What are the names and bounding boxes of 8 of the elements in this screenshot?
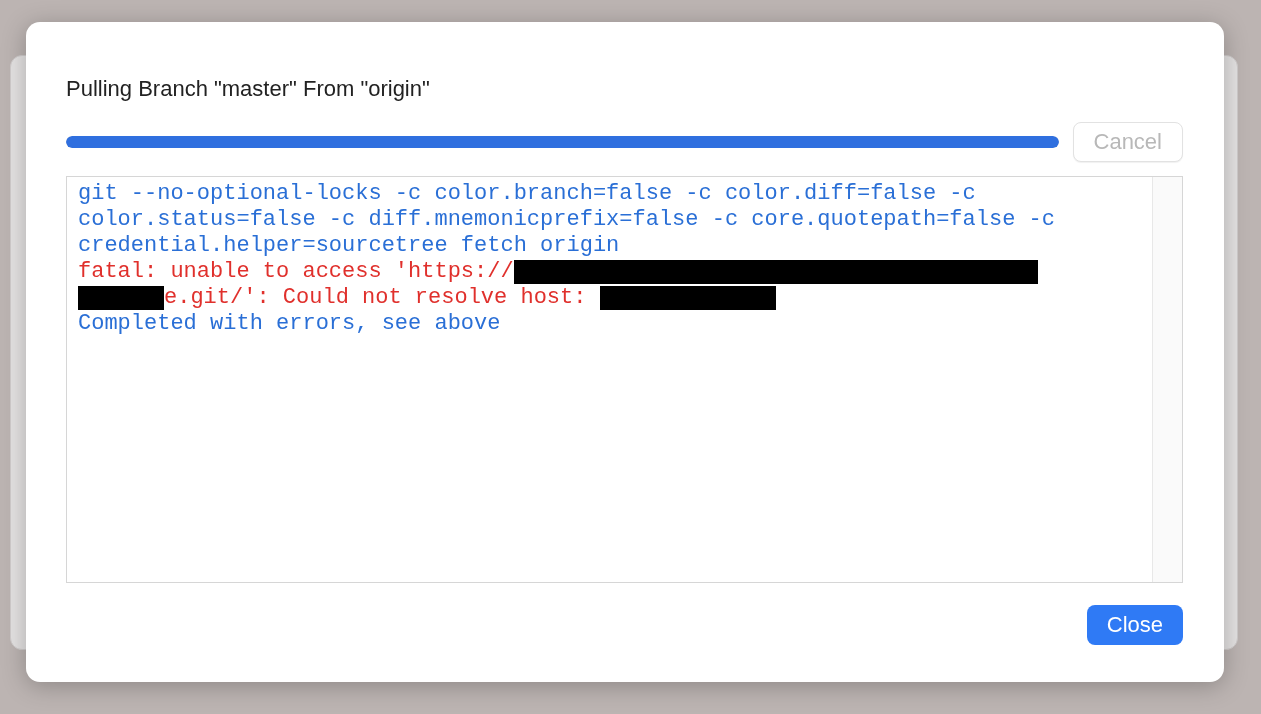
close-button[interactable]: Close — [1086, 605, 1183, 645]
log-text: credential.helper=sourcetree fetch origin — [78, 233, 620, 259]
log-text: Completed with errors, see above — [78, 311, 501, 337]
log-text: git --no-optional-locks -c color.branch=false -c color.diff=false -c — [78, 181, 976, 207]
log-text: fatal: unable to access 'https:// — [78, 259, 514, 285]
log-text: color.status=false -c diff.mnemonicprefix=false -c core.quotepath=false -c — [78, 207, 1055, 233]
log-text: e.git/': Could not resolve host: — [164, 285, 588, 311]
dialog-title: Pulling Branch "master" From "origin" — [66, 76, 431, 102]
